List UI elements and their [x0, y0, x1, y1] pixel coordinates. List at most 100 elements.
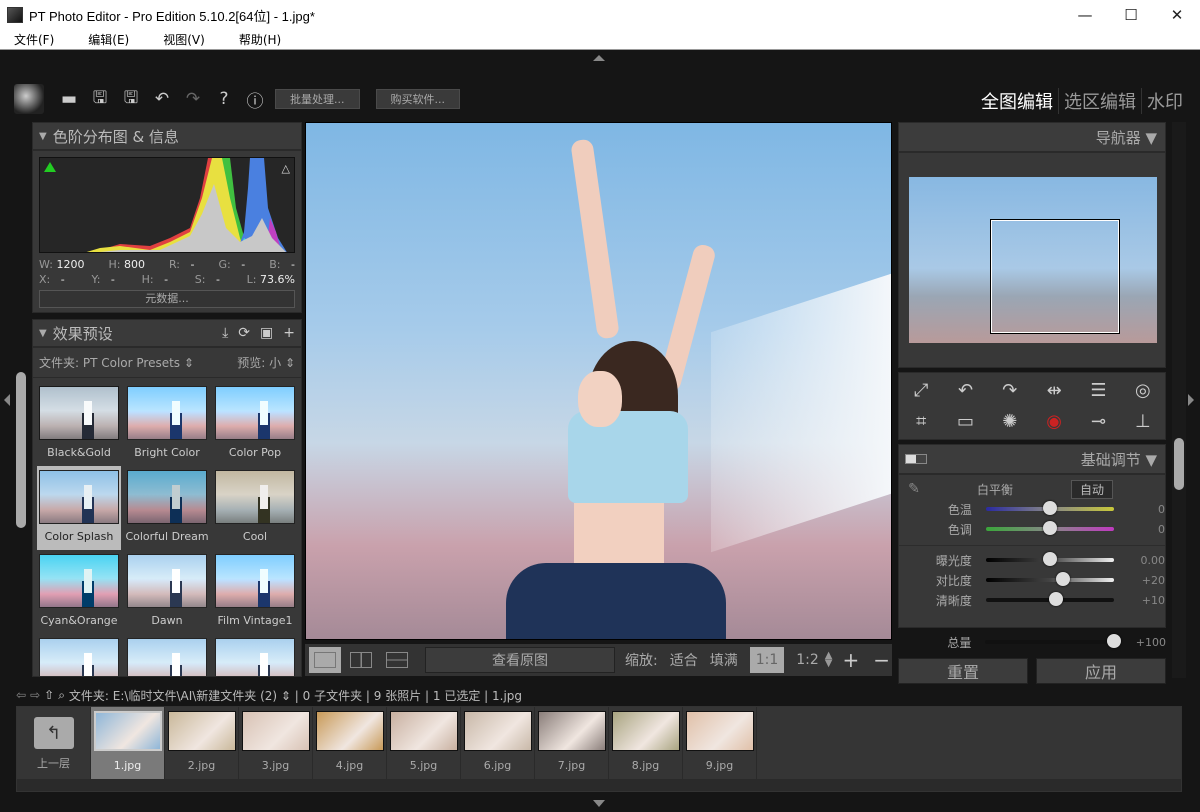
preset-item[interactable]: Colorful Dream: [125, 466, 209, 550]
preset-item[interactable]: [37, 634, 121, 676]
film-item[interactable]: 7.jpg: [535, 707, 609, 779]
slider-track[interactable]: [985, 521, 1114, 535]
collapse-top-icon[interactable]: [593, 55, 605, 61]
menu-view[interactable]: 视图(V): [163, 31, 205, 48]
crop-icon[interactable]: ⌗: [907, 408, 935, 436]
preset-item[interactable]: Color Splash: [37, 466, 121, 550]
preset-item[interactable]: Cyan&Orange: [37, 550, 121, 634]
flip-vertical-icon[interactable]: ☰: [1084, 377, 1112, 405]
film-item[interactable]: 5.jpg: [387, 707, 461, 779]
preset-item[interactable]: Black&Gold: [37, 382, 121, 466]
film-item[interactable]: 2.jpg: [165, 707, 239, 779]
zoom-1-1-button[interactable]: 1:1: [749, 647, 785, 673]
tab-watermark[interactable]: 水印: [1141, 88, 1188, 114]
tab-selection-edit[interactable]: 选区编辑: [1058, 88, 1141, 114]
swirl-icon[interactable]: ◎: [1129, 377, 1157, 405]
slider-track[interactable]: [985, 592, 1114, 606]
level-icon[interactable]: ▭: [951, 408, 979, 436]
folder-path[interactable]: 文件夹: E:\临时文件\AI\新建文件夹 (2) ⇕ | 0 子文件夹 | 9…: [69, 687, 522, 704]
collapse-left-icon[interactable]: [4, 394, 10, 406]
shadow-clipping-icon[interactable]: [44, 162, 56, 172]
image-canvas[interactable]: [305, 122, 892, 640]
minimize-button[interactable]: —: [1062, 0, 1108, 30]
menu-help[interactable]: 帮助(H): [239, 31, 281, 48]
film-item[interactable]: 3.jpg: [239, 707, 313, 779]
navigator-viewport-rect[interactable]: [990, 219, 1120, 334]
slider-track[interactable]: [985, 552, 1114, 566]
slider-track[interactable]: [985, 634, 1122, 648]
preset-folder-select[interactable]: 文件夹: PT Color Presets ⇕: [39, 354, 194, 371]
reset-button[interactable]: 重置: [898, 658, 1028, 684]
film-item[interactable]: 9.jpg: [683, 707, 757, 779]
rotate-left-icon[interactable]: ↶: [951, 377, 979, 405]
right-panel-scrollbar[interactable]: [1174, 438, 1184, 490]
presets-panel-header[interactable]: ▼ 效果预设 ⤓ ⟳ ▣ +: [32, 319, 302, 347]
forward-arrow-icon[interactable]: ⇨: [30, 688, 40, 702]
help-icon[interactable]: ?: [213, 88, 235, 110]
rotate-right-icon[interactable]: ↷: [996, 377, 1024, 405]
apply-button[interactable]: 应用: [1036, 658, 1166, 684]
info-icon[interactable]: ⓘ: [244, 88, 266, 112]
download-icon[interactable]: ⤓: [222, 325, 228, 341]
undo-icon[interactable]: ↶: [151, 88, 173, 110]
slider-track[interactable]: [985, 501, 1114, 515]
zoom-out-button[interactable]: −: [873, 648, 890, 672]
metadata-button[interactable]: 元数据...: [39, 290, 295, 308]
slider-knob[interactable]: [1055, 572, 1070, 586]
parent-folder-button[interactable]: ↰ 上一层: [17, 707, 91, 779]
zoom-in-button[interactable]: +: [842, 648, 859, 672]
preset-item[interactable]: Film Vintage1: [213, 550, 297, 634]
menu-file[interactable]: 文件(F): [14, 31, 54, 48]
save-as-icon[interactable]: 🖫: [120, 88, 142, 110]
buy-button[interactable]: 购买软件...: [375, 89, 460, 109]
film-item[interactable]: 4.jpg: [313, 707, 387, 779]
slider-track[interactable]: [985, 572, 1114, 586]
collapse-right-icon[interactable]: [1188, 394, 1194, 406]
batch-process-button[interactable]: 批量处理...: [275, 89, 360, 109]
search-icon[interactable]: ⌕: [58, 688, 65, 703]
view-split-horizontal-button[interactable]: [381, 647, 413, 673]
refresh-icon[interactable]: ⟳: [238, 325, 250, 341]
slider-knob[interactable]: [1042, 501, 1057, 515]
redo-icon[interactable]: ↷: [182, 88, 204, 110]
red-eye-icon[interactable]: ◉: [1040, 408, 1068, 436]
save-icon[interactable]: 🖫: [89, 88, 111, 110]
eyedropper-icon[interactable]: ✎: [899, 481, 929, 497]
close-button[interactable]: ✕: [1154, 0, 1200, 30]
left-panel-scrollbar[interactable]: [16, 372, 26, 528]
preset-item[interactable]: Cool: [213, 466, 297, 550]
film-item[interactable]: 6.jpg: [461, 707, 535, 779]
view-original-button[interactable]: 查看原图: [425, 647, 615, 673]
preset-item[interactable]: Bright Color: [125, 382, 209, 466]
menu-edit[interactable]: 编辑(E): [88, 31, 129, 48]
up-arrow-icon[interactable]: ⇧: [44, 688, 54, 702]
slider-knob[interactable]: [1042, 521, 1057, 535]
flip-horizontal-icon[interactable]: ⇹: [1040, 377, 1068, 405]
tab-full-edit[interactable]: 全图编辑: [976, 88, 1058, 114]
view-single-button[interactable]: [309, 647, 341, 673]
navigator-thumbnail[interactable]: [909, 177, 1157, 343]
auto-wb-button[interactable]: 自动: [1071, 479, 1114, 499]
collapse-bottom-icon[interactable]: [593, 800, 605, 807]
navigator-header[interactable]: 导航器 ▼: [898, 122, 1166, 152]
zoom-stepper-icon[interactable]: ▲ ▼: [825, 651, 833, 669]
histogram-panel-header[interactable]: ▼ 色阶分布图 & 信息: [32, 122, 302, 150]
highlight-clipping-icon[interactable]: △: [282, 162, 290, 175]
zoom-fill-button[interactable]: 填满: [710, 650, 738, 670]
aperture-icon[interactable]: ✺: [996, 408, 1024, 436]
preset-item[interactable]: Dawn: [125, 550, 209, 634]
back-arrow-icon[interactable]: ⇦: [16, 688, 26, 702]
folder-add-icon[interactable]: ▣: [260, 325, 273, 341]
spot-heal-icon[interactable]: ⊸: [1084, 408, 1112, 436]
view-split-vertical-button[interactable]: [345, 647, 377, 673]
slider-knob[interactable]: [1042, 552, 1057, 566]
film-item[interactable]: 1.jpg: [91, 707, 165, 779]
maximize-button[interactable]: ☐: [1108, 0, 1154, 30]
zoom-fit-button[interactable]: 适合: [670, 650, 698, 670]
before-after-toggle[interactable]: [905, 454, 927, 464]
preset-item[interactable]: [213, 634, 297, 676]
preset-item[interactable]: Color Pop: [213, 382, 297, 466]
fit-icon[interactable]: ⤢: [907, 377, 935, 405]
slider-knob[interactable]: [1049, 592, 1064, 606]
adjust-panel-header[interactable]: 基础调节 ▼: [898, 444, 1166, 474]
